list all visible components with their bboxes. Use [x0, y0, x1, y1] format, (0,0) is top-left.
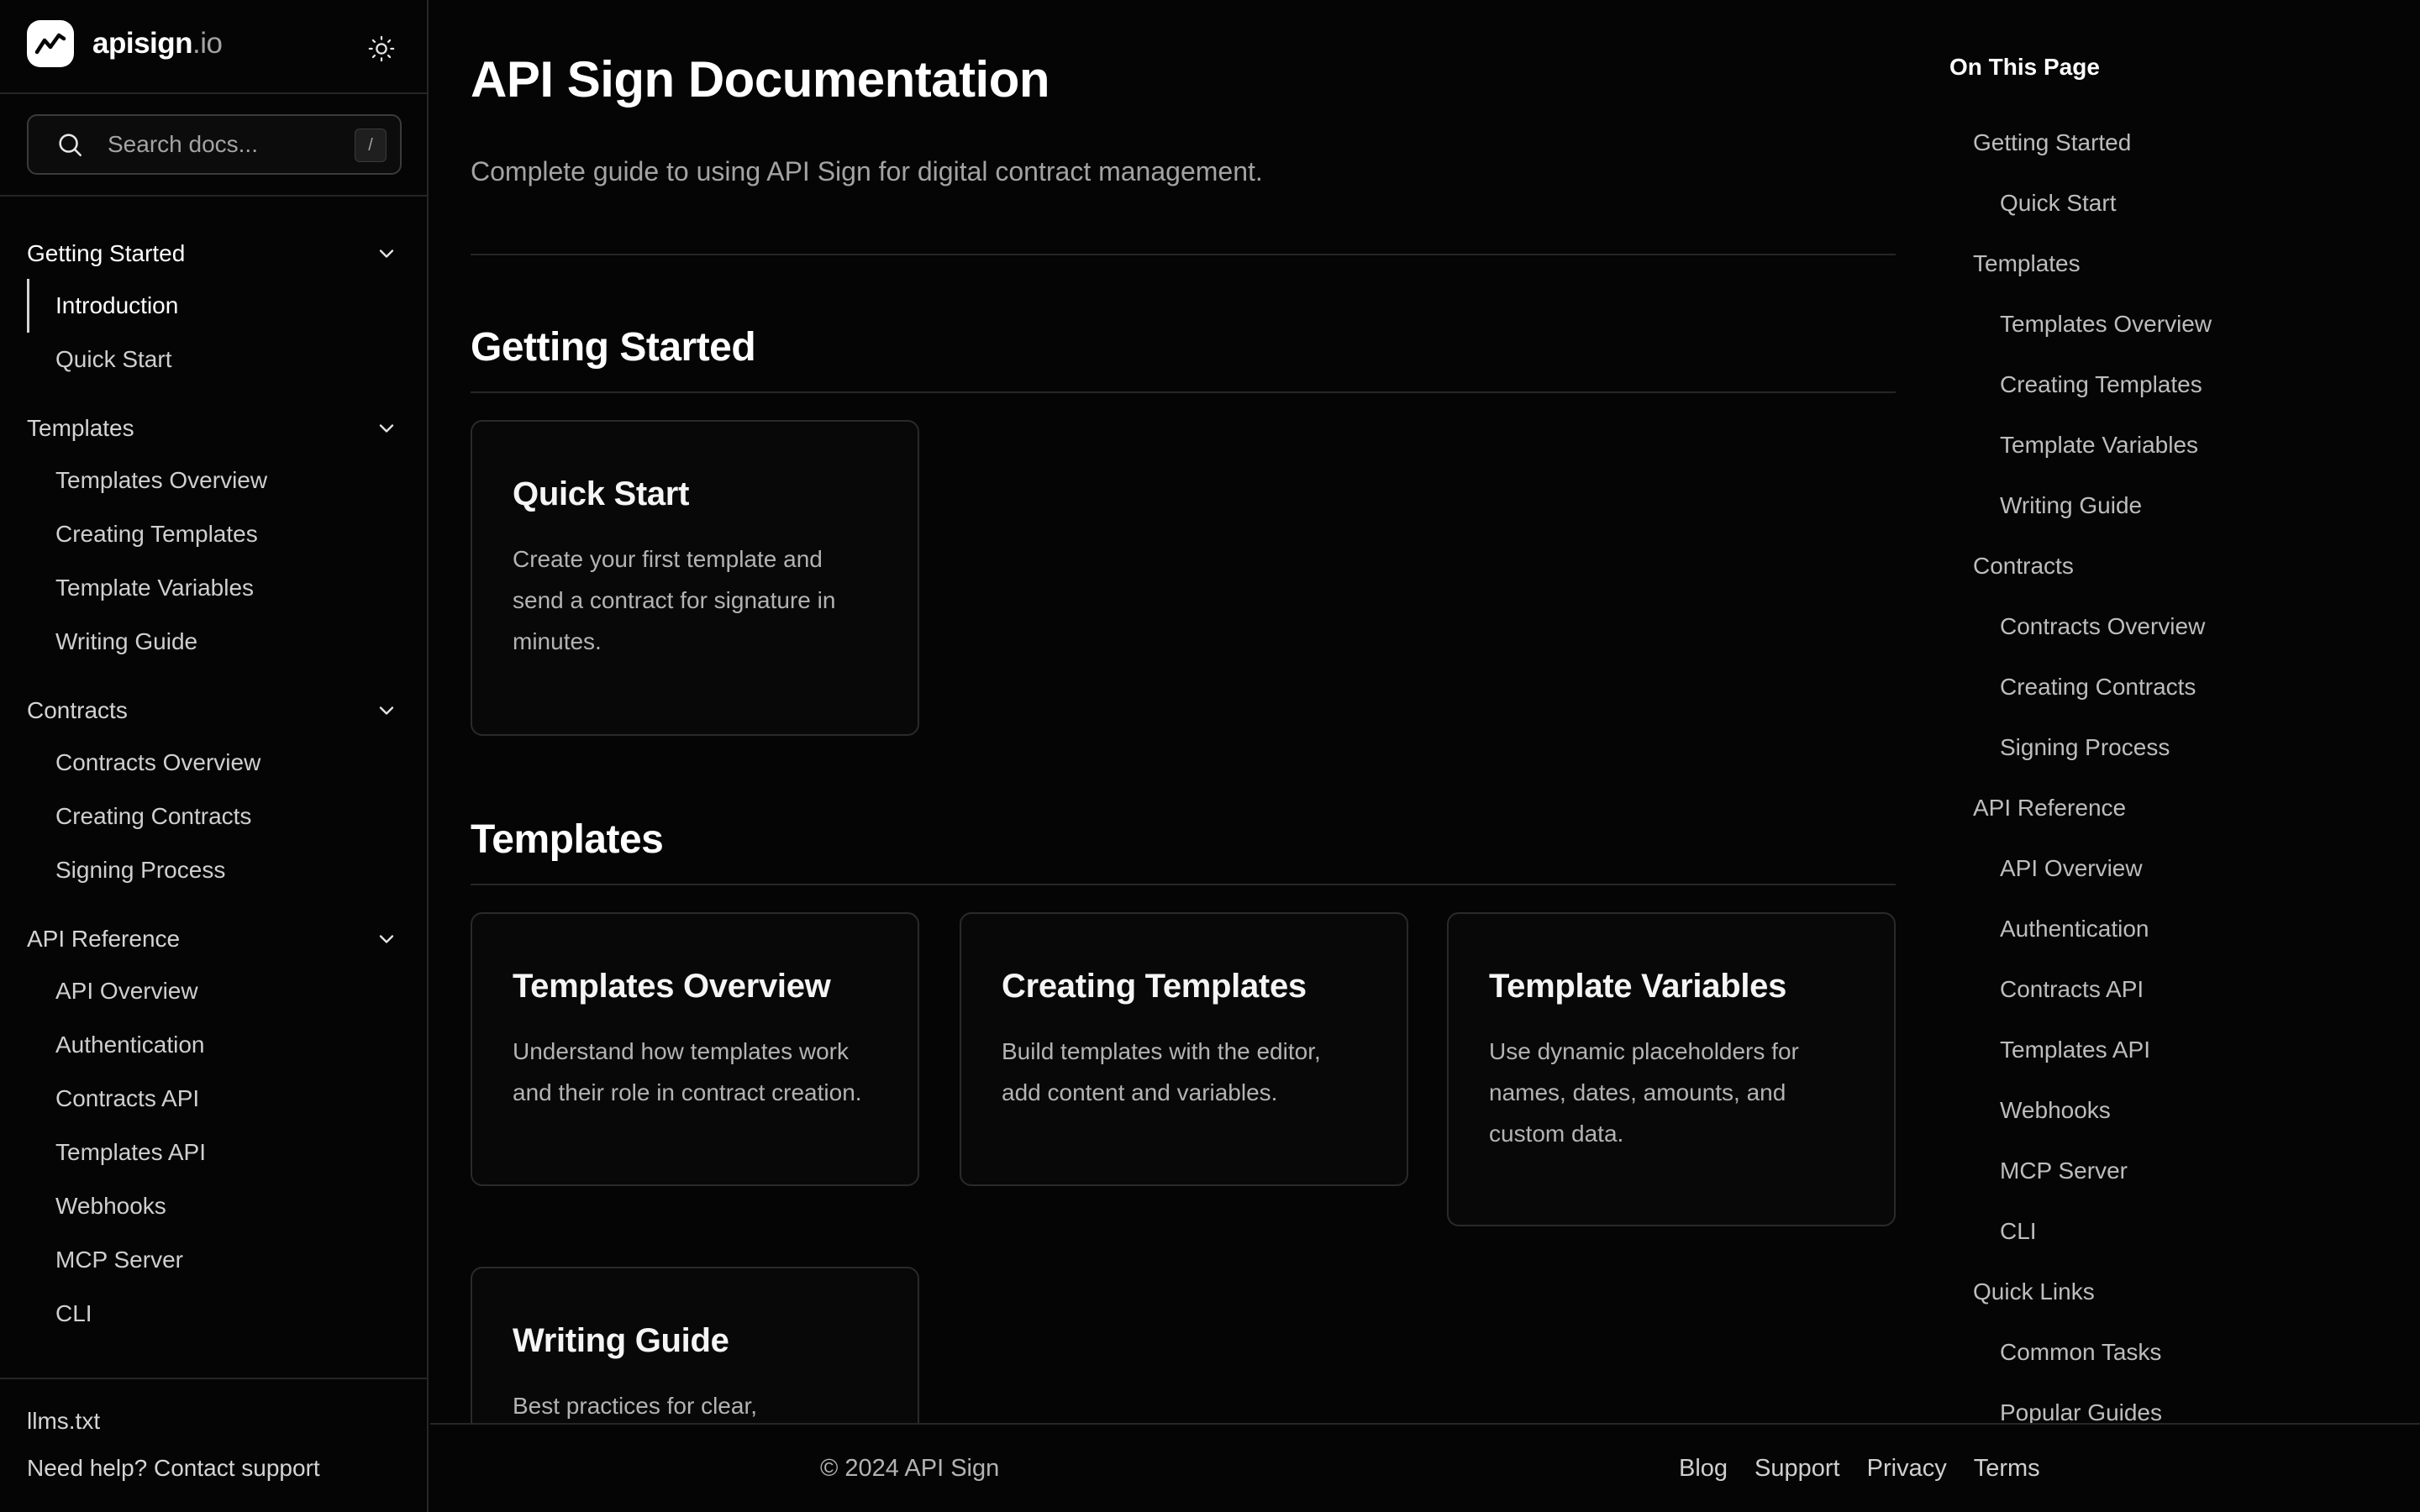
- main-content: API Sign Documentation Complete guide to…: [430, 0, 1918, 1423]
- sidebar-item-cli[interactable]: CLI: [0, 1287, 429, 1341]
- page-lead: Complete guide to using API Sign for dig…: [471, 156, 1263, 186]
- sidebar-item-introduction[interactable]: Introduction: [0, 279, 429, 333]
- sidebar-item-creating-templates[interactable]: Creating Templates: [0, 507, 429, 561]
- section-divider: [471, 391, 1896, 393]
- toc-item[interactable]: Authentication: [1949, 899, 2420, 959]
- toc-item[interactable]: Writing Guide: [1949, 475, 2420, 536]
- brand-name: apisign.io: [92, 27, 223, 60]
- toc-item[interactable]: Creating Contracts: [1949, 657, 2420, 717]
- footer-link-terms[interactable]: Terms: [1974, 1455, 2040, 1483]
- sidebar-item-template-variables[interactable]: Template Variables: [0, 561, 429, 615]
- llms-txt-link[interactable]: llms.txt: [27, 1408, 100, 1435]
- card-description: Create your first template and send a co…: [513, 546, 836, 654]
- docs-page: apisign.io Search docs... / Getting Star…: [0, 0, 2420, 1512]
- sun-icon: [368, 35, 395, 62]
- section-divider: [471, 884, 1896, 885]
- toc-item[interactable]: Templates Overview: [1949, 294, 2420, 354]
- toc-item[interactable]: Contracts: [1949, 536, 2420, 596]
- copyright: © 2024 API Sign: [820, 1455, 1000, 1482]
- card-description: Understand how templates work and their …: [513, 1038, 862, 1105]
- page-footer: © 2024 API Sign Blog Support Privacy Ter…: [430, 1423, 2420, 1512]
- card-description: Build templates with the editor, add con…: [1002, 1038, 1321, 1105]
- toc-item[interactable]: Common Tasks: [1949, 1322, 2420, 1383]
- card-title: Quick Start: [513, 475, 690, 512]
- sidebar-item-templates-overview[interactable]: Templates Overview: [0, 454, 429, 507]
- toc-item[interactable]: Contracts API: [1949, 959, 2420, 1020]
- toc-item[interactable]: Creating Templates: [1949, 354, 2420, 415]
- theme-toggle-button[interactable]: [363, 30, 400, 67]
- footer-link-privacy[interactable]: Privacy: [1867, 1455, 1947, 1483]
- sidebar-item-creating-contracts[interactable]: Creating Contracts: [0, 790, 429, 843]
- nav-group-api-reference[interactable]: API Reference: [0, 914, 429, 964]
- toc-item[interactable]: Signing Process: [1949, 717, 2420, 778]
- footer-link-support[interactable]: Support: [1754, 1455, 1840, 1483]
- card-writing-guide[interactable]: Writing Guide Best practices for clear,: [471, 1267, 919, 1423]
- card-quick-start[interactable]: Quick Start Create your first template a…: [471, 420, 919, 736]
- search-icon: [59, 134, 82, 157]
- chevron-down-icon: [379, 424, 394, 433]
- chevron-down-icon: [379, 249, 394, 258]
- title-divider: [471, 254, 1896, 255]
- toc-item[interactable]: Templates API: [1949, 1020, 2420, 1080]
- toc-item[interactable]: CLI: [1949, 1201, 2420, 1262]
- search-placeholder: Search docs...: [108, 131, 258, 157]
- section-title-templates: Templates: [471, 817, 664, 862]
- sidebar-item-contracts-overview[interactable]: Contracts Overview: [0, 736, 429, 790]
- sidebar-divider: [0, 195, 429, 197]
- card-creating-templates[interactable]: Creating Templates Build templates with …: [960, 912, 1408, 1186]
- toc-item[interactable]: Quick Links: [1949, 1262, 2420, 1322]
- nav-group-getting-started[interactable]: Getting Started: [0, 228, 429, 279]
- card-template-variables[interactable]: Template Variables Use dynamic placehold…: [1447, 912, 1896, 1226]
- nav-group-contracts[interactable]: Contracts: [0, 685, 429, 736]
- sidebar: apisign.io Search docs... / Getting Star…: [0, 0, 429, 1512]
- brand[interactable]: apisign.io: [27, 18, 223, 69]
- chevron-down-icon: [379, 706, 394, 715]
- sidebar-item-templates-api[interactable]: Templates API: [0, 1126, 429, 1179]
- toc-item[interactable]: Getting Started: [1949, 113, 2420, 173]
- toc-item[interactable]: Contracts Overview: [1949, 596, 2420, 657]
- sidebar-item-api-overview[interactable]: API Overview: [0, 964, 429, 1018]
- card-title: Templates Overview: [513, 968, 831, 1005]
- search-shortcut-key: /: [355, 129, 387, 162]
- sidebar-item-quick-start[interactable]: Quick Start: [0, 333, 429, 386]
- toc-item[interactable]: Template Variables: [1949, 415, 2420, 475]
- sidebar-item-authentication[interactable]: Authentication: [0, 1018, 429, 1072]
- toc-item[interactable]: API Reference: [1949, 778, 2420, 838]
- sidebar-item-webhooks[interactable]: Webhooks: [0, 1179, 429, 1233]
- sidebar-divider: [0, 92, 429, 94]
- sidebar-footer-divider: [0, 1378, 429, 1379]
- page-title: API Sign Documentation: [471, 51, 1050, 108]
- footer-links: Blog Support Privacy Terms: [1679, 1455, 2040, 1483]
- card-description: Use dynamic placeholders for names, date…: [1489, 1038, 1799, 1147]
- card-title: Writing Guide: [513, 1322, 729, 1359]
- toc-item[interactable]: MCP Server: [1949, 1141, 2420, 1201]
- toc-item[interactable]: API Overview: [1949, 838, 2420, 899]
- card-title: Creating Templates: [1002, 968, 1307, 1005]
- sidebar-item-contracts-api[interactable]: Contracts API: [0, 1072, 429, 1126]
- sidebar-item-signing-process[interactable]: Signing Process: [0, 843, 429, 897]
- sidebar-item-writing-guide[interactable]: Writing Guide: [0, 615, 429, 669]
- search-input[interactable]: Search docs... /: [27, 114, 402, 175]
- section-title-getting-started: Getting Started: [471, 325, 756, 370]
- trend-line-icon: [27, 20, 74, 67]
- card-templates-overview[interactable]: Templates Overview Understand how templa…: [471, 912, 919, 1186]
- card-title: Template Variables: [1489, 968, 1787, 1005]
- on-this-page: On This Page Getting Started Quick Start…: [1949, 54, 2420, 1443]
- toc-item[interactable]: Webhooks: [1949, 1080, 2420, 1141]
- card-description: Best practices for clear,: [513, 1393, 758, 1419]
- footer-link-blog[interactable]: Blog: [1679, 1455, 1728, 1483]
- toc-item[interactable]: Templates: [1949, 234, 2420, 294]
- toc-title: On This Page: [1949, 54, 2100, 80]
- toc-item[interactable]: Quick Start: [1949, 173, 2420, 234]
- sidebar-nav: Getting Started Introduction Quick Start…: [0, 228, 429, 1341]
- sidebar-item-mcp-server[interactable]: MCP Server: [0, 1233, 429, 1287]
- nav-group-templates[interactable]: Templates: [0, 403, 429, 454]
- contact-support-link[interactable]: Need help? Contact support: [27, 1455, 320, 1482]
- chevron-down-icon: [379, 935, 394, 943]
